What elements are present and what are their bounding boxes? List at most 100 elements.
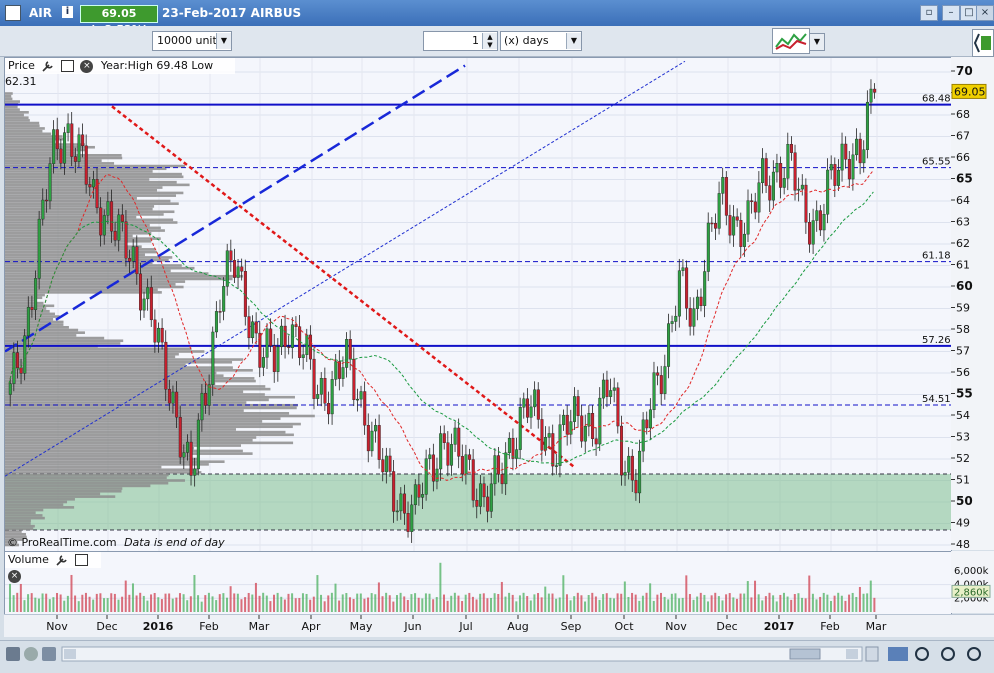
profile-bar	[5, 438, 253, 442]
candle	[327, 403, 331, 415]
profile-bar	[5, 524, 35, 528]
volume-bar	[222, 593, 225, 612]
candle	[793, 152, 797, 191]
candle	[667, 323, 671, 367]
volume-bar	[341, 594, 344, 612]
candle	[544, 437, 548, 451]
info-icon[interactable]: i	[62, 6, 73, 18]
zoom-in-icon[interactable]	[967, 647, 981, 661]
candle	[381, 459, 385, 473]
candle	[417, 484, 421, 498]
link-icon[interactable]	[888, 647, 908, 661]
candle	[182, 452, 186, 458]
volume-bar	[23, 600, 26, 612]
candle	[551, 433, 555, 467]
window-icon[interactable]	[74, 554, 88, 566]
volume-bar	[359, 593, 362, 612]
wrench-icon[interactable]	[41, 60, 54, 73]
current-price-label: 69.05	[954, 85, 986, 98]
x-tick-label: Sep	[561, 620, 582, 633]
candle	[106, 201, 110, 216]
volume-bar	[262, 592, 265, 612]
window-icon[interactable]	[60, 60, 74, 72]
candle	[580, 415, 584, 442]
eye-icon[interactable]	[24, 647, 38, 661]
volume-bar	[804, 598, 807, 612]
candle	[200, 392, 204, 421]
wrench-icon[interactable]	[55, 554, 68, 567]
volume-bar	[678, 598, 681, 612]
zoom-out-icon[interactable]	[941, 647, 955, 661]
candle	[547, 433, 551, 438]
candle	[645, 419, 649, 429]
units-select[interactable]: 10000 units ▼	[152, 31, 232, 51]
candle	[750, 200, 754, 203]
volume-bar	[16, 592, 19, 612]
scrollbar-thumb[interactable]	[789, 648, 821, 660]
profile-bar	[5, 218, 174, 222]
profile-bar	[5, 124, 40, 128]
candle	[435, 468, 439, 482]
candle	[587, 413, 591, 427]
volume-bar	[327, 595, 330, 612]
candle	[583, 425, 587, 442]
volume-bar	[424, 593, 427, 612]
scroll-end-icon[interactable]	[865, 646, 879, 662]
x-tick-label: May	[350, 620, 373, 633]
volume-bar	[840, 595, 843, 612]
zoom-fit-icon[interactable]	[915, 647, 929, 661]
minimize-icon[interactable]: –	[942, 5, 960, 21]
candle	[88, 184, 92, 188]
scroll-right-icon[interactable]	[846, 649, 858, 659]
y-tick-label: 61	[956, 259, 970, 272]
volume-bar	[316, 575, 319, 612]
volume-chart[interactable]: Volume ×	[4, 551, 952, 615]
volume-bar	[435, 597, 438, 612]
volume-bar	[395, 595, 398, 612]
volume-bar	[482, 593, 485, 612]
scrollbar-track[interactable]	[61, 646, 863, 662]
expand-icon[interactable]	[5, 5, 21, 21]
candle	[732, 216, 736, 236]
indicator-icon[interactable]	[972, 29, 994, 57]
volume-bar	[121, 596, 124, 612]
profile-bar	[5, 334, 77, 337]
profile-bar	[5, 105, 18, 109]
volume-bar	[475, 599, 478, 612]
period-unit-select[interactable]: (x) days ▼	[500, 31, 582, 51]
candle	[110, 201, 114, 232]
chevron-down-icon[interactable]: ▼	[216, 33, 231, 49]
close-panel-icon[interactable]: ×	[80, 59, 94, 73]
candle	[837, 169, 841, 186]
candle	[102, 215, 106, 236]
candle	[742, 233, 746, 247]
candle	[334, 361, 338, 380]
price-chart[interactable]: 68.48 65.55 61.18 57.26 54.51 Price × Year:H…	[4, 57, 952, 552]
volume-bar	[12, 595, 15, 612]
chevron-down-icon[interactable]: ▼	[809, 33, 825, 51]
volume-bar	[81, 594, 84, 612]
period-value: 1	[472, 34, 479, 47]
stepper-arrows-icon[interactable]: ▲ ▼	[482, 33, 497, 49]
volume-bar	[710, 595, 713, 612]
level-label: 54.51	[922, 394, 951, 405]
close-icon[interactable]: ×	[976, 5, 994, 21]
profile-bar	[5, 452, 253, 455]
info-window-icon[interactable]: ▫	[920, 5, 938, 21]
lock-icon[interactable]	[6, 647, 20, 661]
volume-bar	[772, 595, 775, 612]
toolbar: 10000 units ▼ 1 ▲ ▼ (x) days ▼ ▼	[0, 26, 994, 57]
period-stepper[interactable]: 1 ▲ ▼	[423, 31, 498, 51]
volume-bar	[139, 592, 142, 612]
candle	[251, 321, 255, 339]
chart-style-icon[interactable]	[772, 28, 810, 54]
candle	[630, 455, 634, 481]
profile-bar	[5, 436, 257, 439]
chevron-down-icon[interactable]: ▼	[566, 33, 581, 49]
candle	[714, 223, 718, 229]
close-panel-icon[interactable]: ×	[8, 569, 21, 583]
scroll-left-icon[interactable]	[64, 649, 76, 659]
grid-icon[interactable]	[42, 647, 56, 661]
volume-bar	[540, 597, 543, 612]
y-tick-label: 58	[956, 323, 970, 336]
